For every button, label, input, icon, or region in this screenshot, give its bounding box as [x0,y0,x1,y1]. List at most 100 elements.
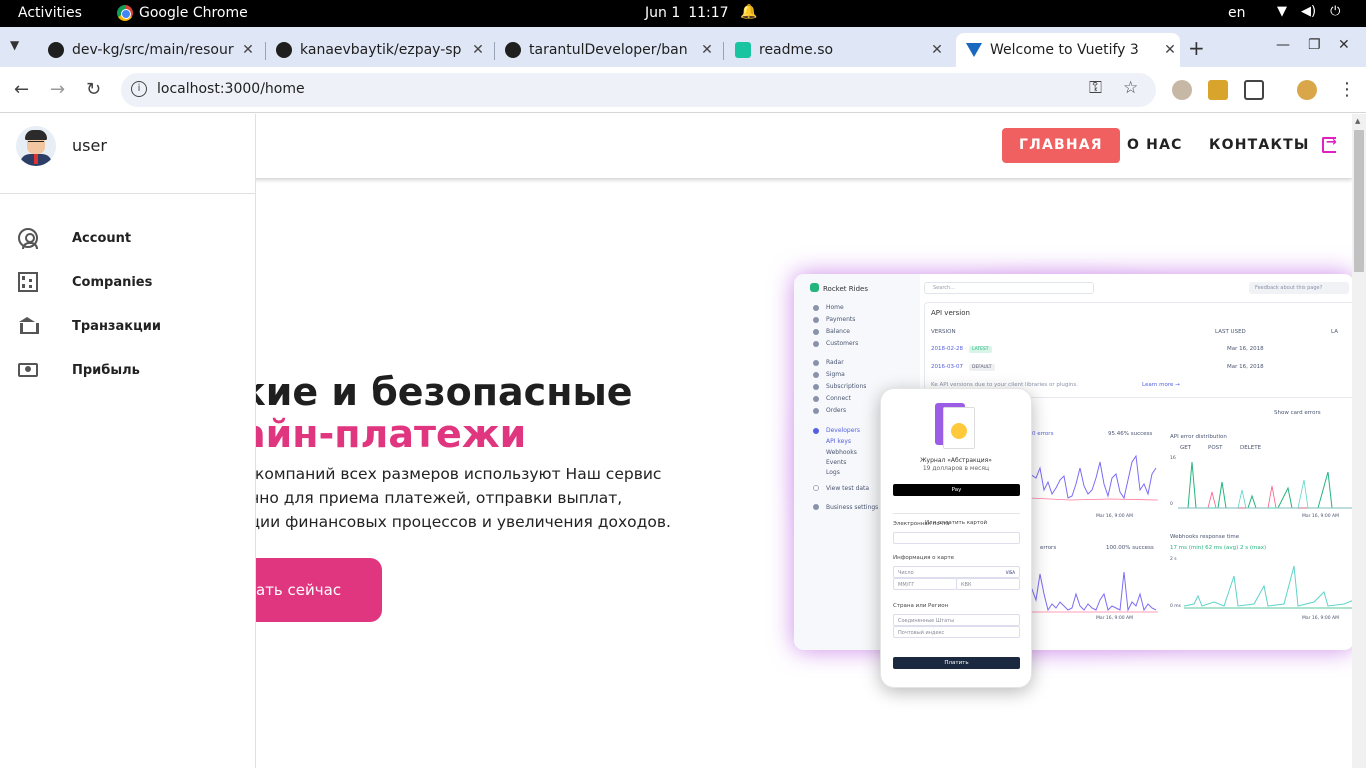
mock-card-brands: VISA [1005,570,1015,575]
mock-y-label: 2 s [1170,557,1177,562]
close-tab-icon[interactable]: ✕ [468,42,488,58]
url-text[interactable]: localhost:3000/home [157,81,305,97]
keyboard-layout[interactable]: en [1228,5,1246,21]
app-menu[interactable]: Google Chrome [117,5,248,21]
mock-y-label: 0 ms [1170,604,1182,609]
mock-y-label: 16 [1170,456,1176,461]
more-menu-icon[interactable]: ⋮ [1338,79,1356,100]
mock-success: 95.46% success [1108,431,1153,437]
web-page: ГЛАВНАЯ О НАС КОНТАКТЫ кие и безопасные … [0,114,1366,768]
extension-icon[interactable] [1172,80,1192,100]
mock-menu-item: Customers [826,340,859,347]
mock-subscriptions-icon [813,384,819,390]
address-bar[interactable]: i localhost:3000/home ⚿ ☆ [121,73,1156,107]
mock-legend-get: GET [1180,445,1192,451]
tab[interactable]: kanaevbaytik/ezpay-sp ✕ [266,33,488,67]
scroll-up-icon[interactable]: ▲ [1355,117,1360,125]
tab[interactable]: tarantulDeveloper/ban ✕ [495,33,717,67]
avatar[interactable] [16,126,56,166]
mock-webhooks-chart [1184,565,1354,609]
mock-line-chart-1 [1030,454,1158,501]
mock-menu-item: Webhooks [826,449,857,456]
clock[interactable]: Jun 1 11:17 [645,5,729,21]
reload-icon[interactable]: ↻ [86,79,101,100]
drawer-item-companies[interactable]: Companies [0,261,255,305]
time-text: 11:17 [688,5,729,21]
mock-menu-item: Radar [826,359,844,366]
page-scrollbar[interactable]: ▲ [1352,114,1366,768]
close-tab-icon[interactable]: ✕ [697,42,717,58]
drawer-item-account[interactable]: Account [0,217,255,261]
mock-balance-icon [813,329,819,335]
nav-home[interactable]: ГЛАВНАЯ [1002,128,1120,163]
close-tab-icon[interactable]: ✕ [927,42,947,58]
mock-time: Mar 16, 9:00 AM [1096,616,1134,621]
profile-avatar[interactable] [1297,80,1317,100]
mock-version: 2016-03-07 [931,364,963,370]
cash-icon [18,363,38,377]
tab-active[interactable]: Welcome to Vuetify 3 ✕ [956,33,1180,67]
notification-bell-icon[interactable]: 🔔 [740,4,757,20]
back-arrow-icon[interactable]: ← [14,79,29,100]
mock-menu-item: Payments [826,316,856,323]
nav-contacts[interactable]: КОНТАКТЫ [1192,128,1327,163]
mock-card-number: Число [898,570,914,576]
bookmark-star-icon[interactable]: ☆ [1123,78,1138,98]
github-icon [505,42,521,58]
mock-learn-more: Learn more → [1142,382,1180,388]
mock-feedback: Feedback about this page? [1249,282,1349,294]
mock-col-header: VERSION [931,329,956,335]
mock-col-header: LAST USED [1215,329,1246,335]
mock-show-card-errors: Show card errors [1274,410,1321,416]
mock-menu-item: Connect [826,395,851,402]
account-circle-icon [18,228,38,249]
drawer-item-profit[interactable]: Прибыль [0,349,255,393]
mock-success: 100.00% success [1106,545,1154,551]
nav-about[interactable]: О НАС [1110,128,1200,163]
mock-zip-input: Почтовый индекс [893,626,1020,638]
mock-product-title: Журнал «Абстракция» [920,457,992,464]
close-tab-icon[interactable]: ✕ [1160,42,1180,58]
mock-last-used: Mar 16, 2018 [1227,346,1264,352]
scrollbar-thumb[interactable] [1354,130,1364,272]
mock-email-input [893,532,1020,544]
mock-menu-item: API keys [826,438,852,445]
mock-home-icon [813,305,819,311]
extensions-puzzle-icon[interactable] [1244,80,1264,100]
site-info-icon[interactable]: i [131,81,147,97]
new-tab-plus-icon[interactable]: + [1188,36,1205,60]
tab-separator [723,42,724,60]
office-building-icon [18,272,38,292]
mock-menu-item: Developers [826,427,860,434]
drawer-item-label: Account [72,231,132,246]
chrome-icon [117,5,133,21]
username: user [72,136,107,155]
user-profile-row[interactable]: user [0,114,255,194]
logout-icon[interactable] [1322,135,1337,153]
minimize-icon[interactable]: — [1276,37,1290,53]
tab-search-chevron-icon[interactable]: ▼ [10,38,19,52]
github-icon [48,42,64,58]
tab[interactable]: readme.so ✕ [725,33,947,67]
key-icon[interactable]: ⚿ [1089,78,1102,98]
dashboard-illustration: Rocket Rides Home Payments Balance Custo… [794,274,1354,650]
mock-menu-item: Sigma [826,371,845,378]
mock-api-error-title: API error distribution [1170,434,1227,440]
extension-icon[interactable] [1208,80,1228,100]
mock-time: Mar 16, 9:00 AM [1302,514,1340,519]
drawer-item-transactions[interactable]: Транзакции [0,305,255,349]
close-window-icon[interactable]: ✕ [1338,37,1350,53]
mock-menu-item: Balance [826,328,850,335]
mock-settings-icon [813,504,819,510]
mock-payments-icon [813,317,819,323]
maximize-icon[interactable]: ❐ [1308,37,1321,53]
tab[interactable]: dev-kg/src/main/resour ✕ [38,33,258,67]
product-illustration [951,423,967,439]
tab-title: readme.so [759,42,834,58]
activities-button[interactable]: Activities [18,5,82,21]
system-tray[interactable]: ▼ ◀) ⏻ [1277,4,1340,19]
mock-time: Mar 16, 9:00 AM [1302,616,1340,621]
mock-y-label: 0 [1170,502,1173,507]
forward-arrow-icon[interactable]: → [50,79,65,100]
close-tab-icon[interactable]: ✕ [238,42,258,58]
